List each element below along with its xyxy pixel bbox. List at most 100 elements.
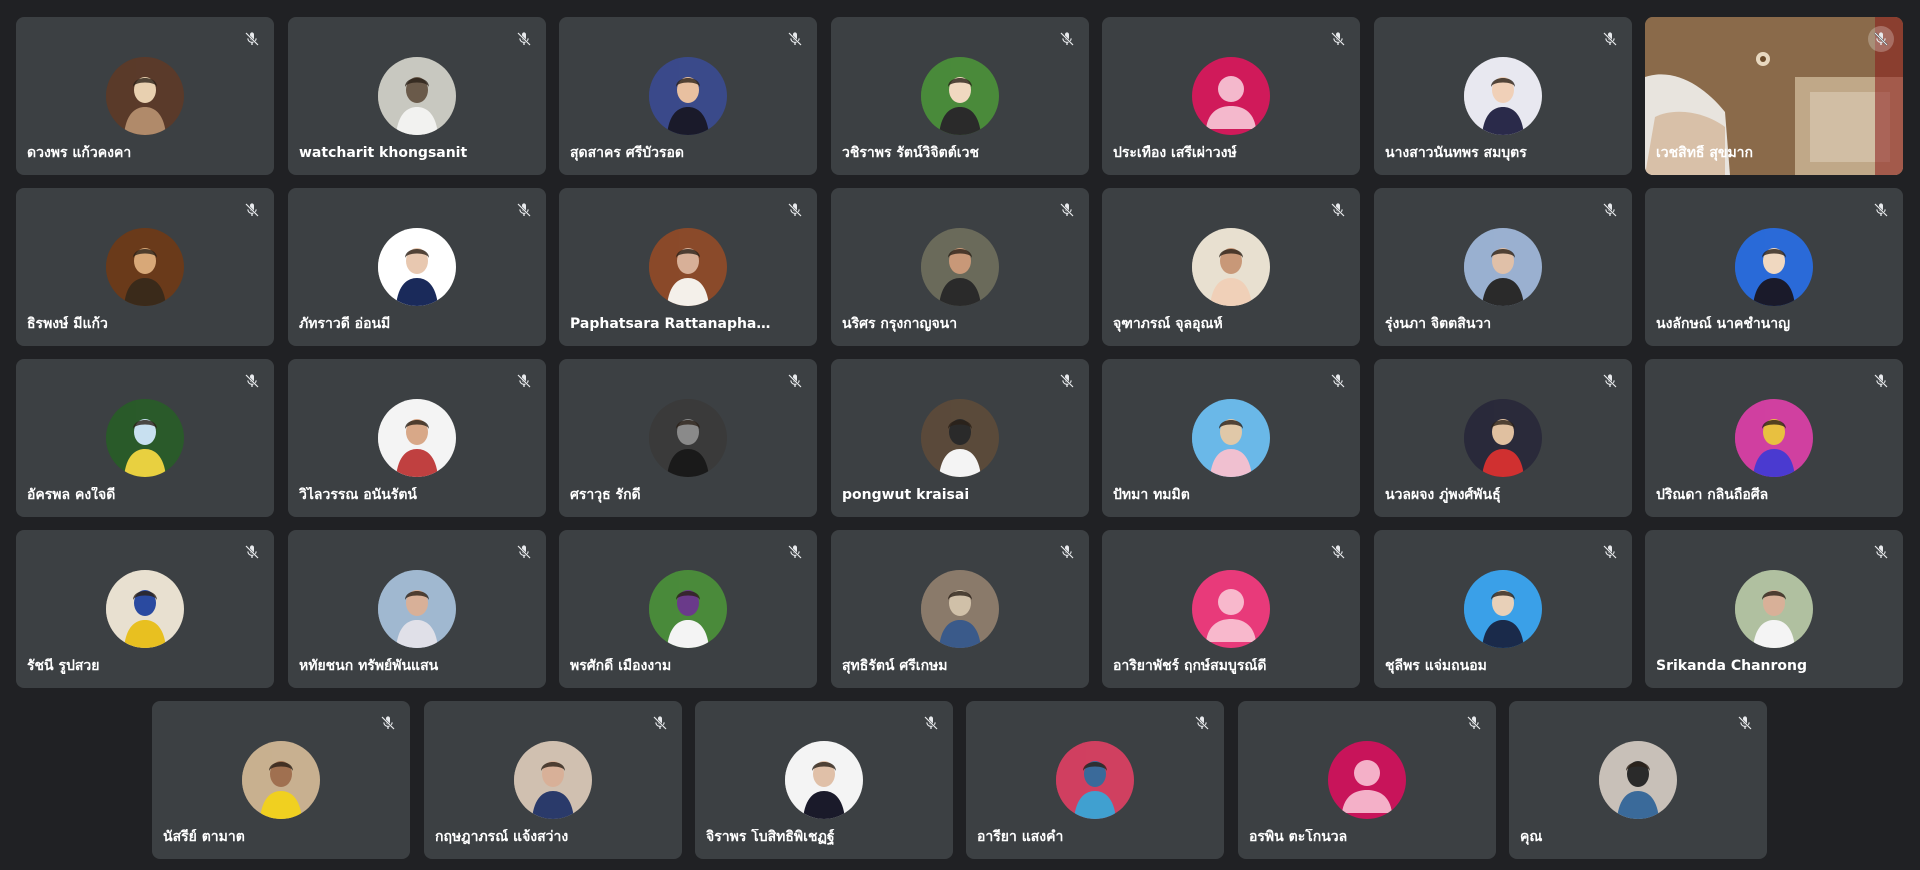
participant-name: วชิราพร รัตน์วิจิตต์เวช [842, 145, 979, 161]
participant-tile[interactable]: นัสรีย์ ตามาต [152, 701, 410, 859]
participant-avatar [921, 57, 999, 135]
participant-avatar [649, 570, 727, 648]
mic-off-icon [1325, 539, 1351, 565]
participant-tile[interactable]: อรพิน ตะโกนวล [1238, 701, 1496, 859]
participant-tile[interactable]: สุทธิรัตน์ ศรีเกษม [831, 530, 1089, 688]
mic-off-icon [1597, 26, 1623, 52]
mic-off-icon [782, 197, 808, 223]
participant-tile[interactable]: รุ่งนภา จิตตสินวา [1374, 188, 1632, 346]
participant-avatar [649, 57, 727, 135]
mic-off-icon [511, 368, 537, 394]
participant-tile[interactable]: จิราพร โบสิทธิพิเชฏฐ์ [695, 701, 953, 859]
participant-name: ชุลีพร แจ่มถนอม [1385, 658, 1487, 674]
mic-off-icon [1054, 368, 1080, 394]
mic-off-icon [239, 539, 265, 565]
mic-off-icon [1868, 26, 1894, 52]
participant-tile[interactable]: อาริยาพัชร์ ฤกษ์สมบูรณ์ดี [1102, 530, 1360, 688]
participant-tile[interactable]: watcharit khongsanit [288, 17, 546, 175]
mic-off-icon [239, 197, 265, 223]
mic-off-icon [1325, 368, 1351, 394]
participant-avatar [649, 228, 727, 306]
participant-tile[interactable]: ภัทราวดี อ่อนมี [288, 188, 546, 346]
participant-avatar [921, 570, 999, 648]
participant-avatar [378, 570, 456, 648]
participant-tile[interactable]: ชุลีพร แจ่มถนอม [1374, 530, 1632, 688]
mic-off-icon [1868, 368, 1894, 394]
participant-tile[interactable]: จุฑาภรณ์ จุลอุณห์ [1102, 188, 1360, 346]
participant-name: หทัยชนก ทรัพย์พันแสน [299, 658, 439, 674]
mic-off-icon [1597, 539, 1623, 565]
participant-avatar [378, 228, 456, 306]
participant-tile[interactable]: สุดสาคร ศรีบัวรอด [559, 17, 817, 175]
participant-avatar [1464, 399, 1542, 477]
mic-off-icon [1325, 26, 1351, 52]
participant-name: ภัทราวดี อ่อนมี [299, 316, 391, 332]
mic-off-icon [239, 368, 265, 394]
participant-tile[interactable]: นวลผจง ภู่พงศ์พันธุ์ [1374, 359, 1632, 517]
participant-name: ประเทือง เสรีเผ่าวงษ์ [1113, 145, 1237, 161]
participant-name: watcharit khongsanit [299, 145, 468, 161]
default-avatar-icon [1328, 741, 1406, 819]
participant-tile[interactable]: ธิรพงษ์ มีแก้ว [16, 188, 274, 346]
participant-avatar [1464, 570, 1542, 648]
participant-tile[interactable]: วชิราพร รัตน์วิจิตต์เวช [831, 17, 1089, 175]
participant-tile[interactable]: นงลักษณ์ นาคชำนาญ [1645, 188, 1903, 346]
mic-off-icon [918, 710, 944, 736]
participant-avatar [1192, 228, 1270, 306]
participant-tile[interactable]: Paphatsara Rattanaphakdee [559, 188, 817, 346]
mic-off-icon [375, 710, 401, 736]
participant-name: pongwut kraisai [842, 487, 970, 503]
participant-avatar [106, 228, 184, 306]
participant-tile[interactable]: วิไลวรรณ อนันรัตน์ [288, 359, 546, 517]
participant-tile[interactable]: อัครพล คงใจดี [16, 359, 274, 517]
participant-avatar [1735, 570, 1813, 648]
participant-tile[interactable]: พรศักดิ์ เมืองงาม [559, 530, 817, 688]
participant-name: อรพิน ตะโกนวล [1249, 829, 1348, 845]
mic-off-icon [1325, 197, 1351, 223]
participant-name: นงลักษณ์ นาคชำนาญ [1656, 316, 1791, 332]
participant-tile[interactable]: ประเทือง เสรีเผ่าวงษ์ [1102, 17, 1360, 175]
mic-off-icon [239, 26, 265, 52]
participant-tile[interactable]: คุณ [1509, 701, 1767, 859]
participant-avatar [242, 741, 320, 819]
participant-tile[interactable]: ศราวุธ รักดี [559, 359, 817, 517]
participant-tile[interactable]: อารียา แสงคำ [966, 701, 1224, 859]
participant-avatar [378, 57, 456, 135]
participant-avatar [514, 741, 592, 819]
mic-off-icon [1868, 539, 1894, 565]
participant-tile[interactable]: นางสาวนันทพร สมบุตร [1374, 17, 1632, 175]
participant-name: จุฑาภรณ์ จุลอุณห์ [1113, 316, 1223, 332]
participant-avatar [1735, 228, 1813, 306]
participant-name: คุณ [1520, 829, 1543, 845]
participant-tile[interactable]: Srikanda Chanrong [1645, 530, 1903, 688]
participant-tile[interactable]: pongwut kraisai [831, 359, 1089, 517]
mic-off-icon [1868, 197, 1894, 223]
participant-tile[interactable]: ดวงพร แก้วคงคา [16, 17, 274, 175]
participant-tile[interactable]: นริศร กรุงกาญจนา [831, 188, 1089, 346]
participant-name: จิราพร โบสิทธิพิเชฏฐ์ [706, 829, 835, 845]
participant-name: สุดสาคร ศรีบัวรอด [570, 145, 684, 161]
participant-tile[interactable]: เวชสิทธิ์ สุขมาก [1645, 17, 1903, 175]
participant-tile[interactable]: กฤษฎาภรณ์ แจ้งสว่าง [424, 701, 682, 859]
mic-off-icon [1189, 710, 1215, 736]
mic-off-icon [511, 197, 537, 223]
participant-tile[interactable]: รัชนี รูปสวย [16, 530, 274, 688]
participant-avatar [1464, 228, 1542, 306]
participant-name: ธิรพงษ์ มีแก้ว [27, 316, 108, 332]
mic-off-icon [1054, 26, 1080, 52]
participant-name: ดวงพร แก้วคงคา [27, 145, 132, 161]
participant-name: นริศร กรุงกาญจนา [842, 316, 958, 332]
participant-name: Srikanda Chanrong [1656, 658, 1808, 674]
participant-avatar [378, 399, 456, 477]
participant-avatar [1735, 399, 1813, 477]
participant-avatar [785, 741, 863, 819]
participant-avatar [1056, 741, 1134, 819]
participant-avatar [649, 399, 727, 477]
participant-name: นวลผจง ภู่พงศ์พันธุ์ [1385, 487, 1501, 503]
participant-name: รัชนี รูปสวย [27, 658, 100, 674]
participant-name: พรศักดิ์ เมืองงาม [570, 658, 672, 674]
participant-tile[interactable]: หทัยชนก ทรัพย์พันแสน [288, 530, 546, 688]
participant-tile[interactable]: ปริณดา กลิ่นถือศีล [1645, 359, 1903, 517]
participant-tile[interactable]: ปัทมา ทมมิต [1102, 359, 1360, 517]
participant-avatar [106, 570, 184, 648]
